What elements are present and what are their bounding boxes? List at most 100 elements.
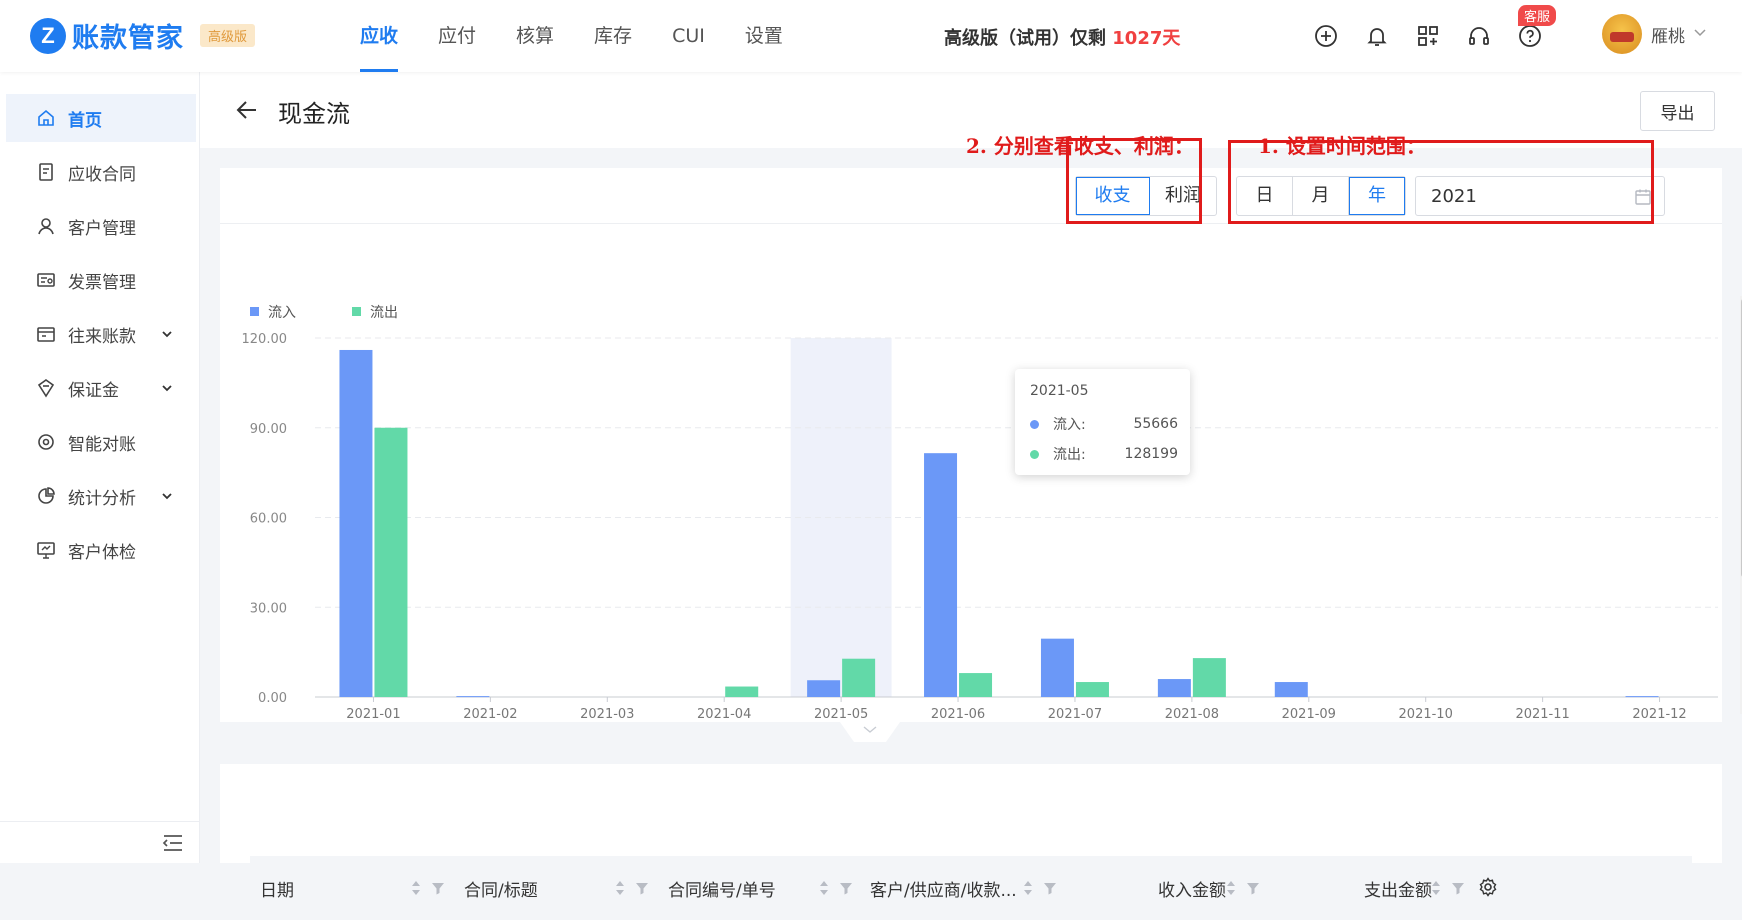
sort-icon[interactable] xyxy=(1225,880,1237,896)
sort-icon[interactable] xyxy=(1430,880,1442,896)
tooltip-row-value: 128199 xyxy=(1124,446,1178,462)
bar-inflow[interactable] xyxy=(1157,679,1191,697)
expand-toggle[interactable] xyxy=(840,722,900,744)
x-tick-label: 2021-05 xyxy=(814,707,868,722)
legend-label[interactable]: 流入 xyxy=(268,305,296,321)
sidebar-item-2[interactable]: 客户管理 xyxy=(6,202,196,250)
column-header-1[interactable]: 合同/标题 xyxy=(464,856,538,920)
x-tick-label: 2021-06 xyxy=(931,707,985,722)
sidebar-item-label: 保证金 xyxy=(68,380,119,401)
column-controls xyxy=(614,856,654,920)
bar-inflow[interactable] xyxy=(924,453,958,697)
sort-icon[interactable] xyxy=(614,880,626,896)
tooltip-row-value: 55666 xyxy=(1133,416,1178,432)
user-menu[interactable]: 雁桃 xyxy=(1602,14,1707,54)
bar-inflow[interactable] xyxy=(1040,638,1074,697)
bar-outflow[interactable] xyxy=(374,427,408,697)
deposit-icon xyxy=(36,378,56,398)
chevron-down-icon xyxy=(1693,26,1707,42)
customer-service-badge[interactable]: 客服 xyxy=(1518,5,1557,26)
export-button[interactable]: 导出 xyxy=(1640,91,1715,131)
pie-chart-icon xyxy=(36,486,56,506)
bar-outflow[interactable] xyxy=(725,686,759,697)
plus-circle-icon[interactable] xyxy=(1310,20,1342,52)
column-header-label: 日期 xyxy=(260,880,294,901)
sidebar-item-7[interactable]: 统计分析 xyxy=(6,472,196,520)
sidebar-item-8[interactable]: 客户体检 xyxy=(6,526,196,574)
y-tick-label: 120.00 xyxy=(242,332,288,347)
x-tick-label: 2021-02 xyxy=(463,707,517,722)
column-controls xyxy=(410,856,450,920)
bar-inflow[interactable] xyxy=(456,696,490,698)
y-tick-label: 0.00 xyxy=(258,691,287,706)
home-icon xyxy=(36,108,56,128)
tooltip-row-name: 流出: xyxy=(1053,447,1086,463)
sidebar-item-0[interactable]: 首页 xyxy=(6,94,196,142)
column-header-4[interactable]: 收入金额 xyxy=(1158,856,1226,920)
gear-icon[interactable] xyxy=(1478,877,1498,901)
nav-tab-4[interactable]: CUI xyxy=(652,0,725,72)
x-tick-label: 2021-09 xyxy=(1282,707,1336,722)
bar-outflow[interactable] xyxy=(959,673,993,697)
sort-icon[interactable] xyxy=(410,880,422,896)
bell-icon[interactable] xyxy=(1361,20,1393,52)
filter-icon[interactable] xyxy=(635,881,649,895)
sidebar-item-3[interactable]: 发票管理 xyxy=(6,256,196,304)
column-header-0[interactable]: 日期 xyxy=(260,856,294,920)
user-name: 雁桃 xyxy=(1651,26,1685,47)
outflow-dot-icon xyxy=(1030,449,1039,459)
sidebar-item-6[interactable]: 智能对账 xyxy=(6,418,196,466)
apps-icon[interactable] xyxy=(1412,20,1444,52)
sidebar-item-4[interactable]: 往来账款 xyxy=(6,310,196,358)
sort-icon[interactable] xyxy=(818,880,830,896)
legend-label[interactable]: 流出 xyxy=(370,305,398,321)
reconcile-icon xyxy=(36,432,56,452)
page-title: 现金流 xyxy=(278,100,350,128)
nav-tab-5[interactable]: 设置 xyxy=(725,0,803,72)
y-tick-label: 30.00 xyxy=(250,601,287,616)
legend-swatch xyxy=(352,307,361,316)
sidebar-item-label: 首页 xyxy=(68,110,102,131)
bar-outflow[interactable] xyxy=(1192,658,1226,697)
headset-icon[interactable] xyxy=(1463,20,1495,52)
chart-tooltip: 2021-05 流入: 55666 流出: 128199 xyxy=(1015,369,1190,475)
legend-swatch xyxy=(250,307,259,316)
filter-icon[interactable] xyxy=(1451,881,1465,895)
x-tick-label: 2021-04 xyxy=(697,707,751,722)
nav-tab-2[interactable]: 核算 xyxy=(496,0,574,72)
x-tick-label: 2021-12 xyxy=(1632,707,1686,722)
sort-icon[interactable] xyxy=(1022,880,1034,896)
x-tick-label: 2021-11 xyxy=(1515,707,1569,722)
bar-inflow[interactable] xyxy=(339,349,373,697)
bar-inflow[interactable] xyxy=(807,680,841,697)
column-header-2[interactable]: 合同编号/单号 xyxy=(668,856,776,920)
column-header-5[interactable]: 支出金额 xyxy=(1364,856,1432,920)
bar-inflow[interactable] xyxy=(1625,696,1659,698)
filter-icon[interactable] xyxy=(839,881,853,895)
table-header: 日期 合同/标题 合同编号/单号 客户/供应商/收款... 收入金额 支出金额 xyxy=(250,856,1692,920)
sidebar-item-5[interactable]: 保证金 xyxy=(6,364,196,412)
nav-tab-1[interactable]: 应付 xyxy=(418,0,496,72)
sidebar-item-label: 往来账款 xyxy=(68,326,136,347)
sidebar: 首页应收合同客户管理发票管理往来账款保证金智能对账统计分析客户体检 xyxy=(0,72,200,863)
filter-icon[interactable] xyxy=(431,881,445,895)
trial-text: 高级版（试用）仅剩 xyxy=(944,28,1113,49)
collapse-menu-icon[interactable] xyxy=(162,834,184,856)
monitor-icon xyxy=(36,540,56,560)
nav-tab-0[interactable]: 应收 xyxy=(340,0,418,72)
y-tick-label: 90.00 xyxy=(250,422,287,437)
column-header-3[interactable]: 客户/供应商/收款... xyxy=(870,856,1017,920)
sidebar-item-1[interactable]: 应收合同 xyxy=(6,148,196,196)
chevron-down-icon xyxy=(160,488,174,508)
filter-icon[interactable] xyxy=(1043,881,1057,895)
bar-outflow[interactable] xyxy=(842,658,876,697)
column-header-label: 支出金额 xyxy=(1364,880,1432,901)
bar-inflow[interactable] xyxy=(1274,682,1308,697)
back-arrow-icon[interactable] xyxy=(236,100,258,124)
x-tick-label: 2021-08 xyxy=(1165,707,1219,722)
cashflow-bar-chart[interactable]: 0.00 30.00 60.00 90.00 120.00 2021-01 2021-02 2… xyxy=(220,224,1722,722)
filter-icon[interactable] xyxy=(1246,881,1260,895)
app-logo[interactable]: Z 账款管家 高级版 xyxy=(30,16,256,55)
nav-tab-3[interactable]: 库存 xyxy=(574,0,652,72)
bar-outflow[interactable] xyxy=(1075,682,1109,697)
